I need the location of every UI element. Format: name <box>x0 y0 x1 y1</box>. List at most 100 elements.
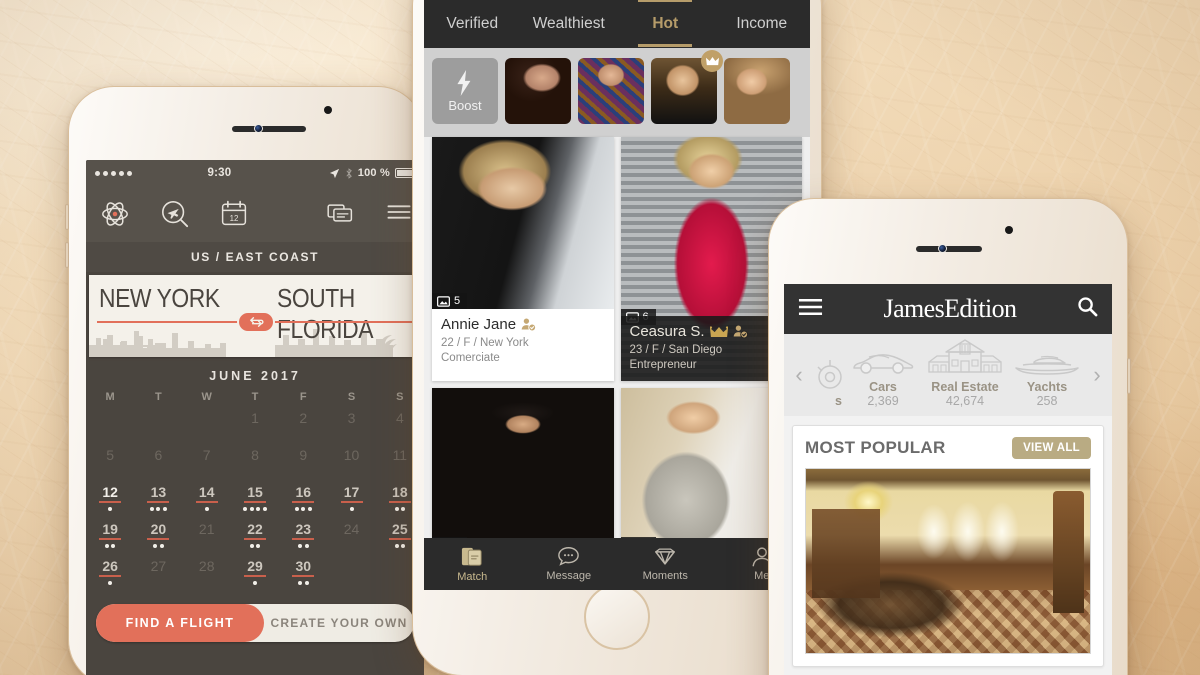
hamburger-icon[interactable] <box>798 297 823 322</box>
tab-wealthiest[interactable]: Wealthiest <box>521 2 618 46</box>
profile-photo-annie: 5 <box>432 137 614 309</box>
calendar-day-underline <box>99 575 122 577</box>
calendar-day[interactable]: 9 <box>279 444 327 481</box>
calendar-day-underline <box>243 575 266 577</box>
calendar-day[interactable]: 21 <box>183 518 231 555</box>
calendar-day[interactable]: 20 <box>134 518 182 555</box>
calendar-day[interactable]: 19 <box>86 518 134 555</box>
tab-verified[interactable]: Verified <box>424 2 521 46</box>
category-item-yachts[interactable]: Yachts 258 <box>1006 334 1088 416</box>
tab-income[interactable]: Income <box>714 2 811 46</box>
calendar-day[interactable]: 28 <box>183 555 231 592</box>
calendar-day-number: 1 <box>251 410 259 426</box>
route-selector[interactable]: NEW YORK SOUTH FLORIDA <box>89 275 421 357</box>
calendar-day-number: 19 <box>102 521 118 537</box>
chat-icon[interactable] <box>326 199 356 229</box>
power-button[interactable] <box>1127 358 1131 394</box>
atom-icon[interactable] <box>100 199 130 229</box>
calendar-day-dots <box>204 506 209 511</box>
calendar-day[interactable]: 14 <box>183 481 231 518</box>
calendar-day[interactable]: 13 <box>134 481 182 518</box>
calendar-day[interactable]: 12 <box>86 481 134 518</box>
calendar-day[interactable]: 24 <box>327 518 375 555</box>
panel-header: MOST POPULAR VIEW ALL <box>793 426 1103 468</box>
calendar-icon[interactable]: 12 <box>220 199 250 229</box>
calendar-day[interactable]: 6 <box>134 444 182 481</box>
tab-moments[interactable]: Moments <box>617 546 714 582</box>
calendar-day[interactable]: 8 <box>231 444 279 481</box>
avatar-brunette-blazer[interactable] <box>505 58 571 124</box>
volume-up-button[interactable] <box>65 204 69 230</box>
most-popular-hero-image[interactable] <box>805 468 1091 654</box>
find-a-flight-button[interactable]: FIND A FLIGHT <box>96 604 264 642</box>
menu-icon[interactable] <box>386 199 411 229</box>
calendar-day-number: 10 <box>343 447 360 463</box>
chevron-right-icon[interactable]: › <box>1088 362 1106 388</box>
region-label[interactable]: US / EAST COAST <box>86 242 424 272</box>
calendar-day[interactable]: 26 <box>86 555 134 592</box>
avatar-man-tuxedo[interactable] <box>651 50 723 124</box>
calendar-day-empty <box>86 407 134 444</box>
calendar-day[interactable]: 22 <box>231 518 279 555</box>
calendar-day[interactable]: 10 <box>327 444 375 481</box>
calendar-day-number: 30 <box>295 558 312 574</box>
verified-badge-icon <box>733 325 748 339</box>
calendar-day-number: 17 <box>343 484 360 500</box>
calendar-day[interactable]: 5 <box>86 444 134 481</box>
yacht-icon <box>1014 339 1080 377</box>
route-destination[interactable]: SOUTH FLORIDA <box>277 283 404 345</box>
avatar-image <box>578 58 644 124</box>
tab-message[interactable]: Message <box>521 546 618 582</box>
home-button[interactable] <box>584 584 650 650</box>
category-item-cars[interactable]: Cars 2,369 <box>842 334 924 416</box>
category-item-real-estate[interactable]: Real Estate 42,674 <box>924 334 1006 416</box>
calendar-day-grid[interactable]: 1 2 3 4 5 6 7 8 9 10 11 12 13 14 15 16 17 18 19 20 21 22 23 24 2… <box>86 407 424 592</box>
filter-tabs[interactable]: Verified Wealthiest Hot Income <box>424 0 810 48</box>
create-your-own-button[interactable]: CREATE YOUR OWN <box>264 616 414 630</box>
category-label: s <box>835 394 842 408</box>
tab-hot[interactable]: Hot <box>617 0 714 47</box>
calendar-day[interactable]: 27 <box>134 555 182 592</box>
calendar-day-dots <box>394 506 406 511</box>
calendar-day[interactable]: 3 <box>327 407 375 444</box>
calendar-day[interactable]: 16 <box>279 481 327 518</box>
calendar-day[interactable]: 23 <box>279 518 327 555</box>
calendar-day[interactable]: 1 <box>231 407 279 444</box>
profile-photo-3: 3 <box>432 388 614 553</box>
calendar-day[interactable]: 15 <box>231 481 279 518</box>
calendar-weekday: F <box>299 391 307 403</box>
chevron-left-icon[interactable]: ‹ <box>790 362 808 388</box>
category-item-clipped[interactable]: s <box>808 334 842 416</box>
boost-button[interactable]: Boost <box>432 58 498 124</box>
profile-card[interactable]: 3 <box>432 388 614 553</box>
profile-card-grid: 5 Annie Jane 22 / F / New York Comerciat… <box>424 137 810 553</box>
calendar-day[interactable]: 2 <box>279 407 327 444</box>
calendar-day-underline <box>195 501 218 503</box>
status-bar: 9:30 100 % <box>86 160 424 186</box>
calendar-day-dots <box>149 506 167 511</box>
panel-title: MOST POPULAR <box>805 438 946 457</box>
tab-match[interactable]: Match <box>424 546 521 583</box>
avatar-patterned-dress[interactable] <box>578 58 644 124</box>
search-icon[interactable] <box>1077 296 1098 322</box>
flight-search-icon[interactable] <box>160 199 190 229</box>
photo-count-badge: 5 <box>432 293 468 309</box>
volume-down-button[interactable] <box>65 242 69 268</box>
calendar-day[interactable]: 30 <box>279 555 327 592</box>
category-carousel[interactable]: ‹ s Cars 2,369 Real Estate 42,674 Yachts… <box>784 334 1112 416</box>
profile-card[interactable]: 5 Annie Jane 22 / F / New York Comerciat… <box>432 137 614 381</box>
view-all-button[interactable]: VIEW ALL <box>1012 437 1091 459</box>
calendar-day[interactable]: 29 <box>231 555 279 592</box>
profile-name: Annie Jane <box>441 316 517 333</box>
calendar-day-number: 23 <box>295 521 312 537</box>
avatar-blonde-fur[interactable] <box>724 58 790 124</box>
boost-and-avatars-row: Boost <box>424 48 810 137</box>
calendar-weekday: W <box>201 391 212 403</box>
bottom-tab-bar[interactable]: Match Message Moments Me <box>424 538 810 590</box>
route-origin[interactable]: NEW YORK <box>99 283 220 314</box>
calendar-day[interactable]: 17 <box>327 481 375 518</box>
calendar-day-dots <box>252 580 257 585</box>
calendar-day-underline <box>292 501 315 503</box>
swap-icon[interactable] <box>237 311 275 333</box>
calendar-day[interactable]: 7 <box>183 444 231 481</box>
